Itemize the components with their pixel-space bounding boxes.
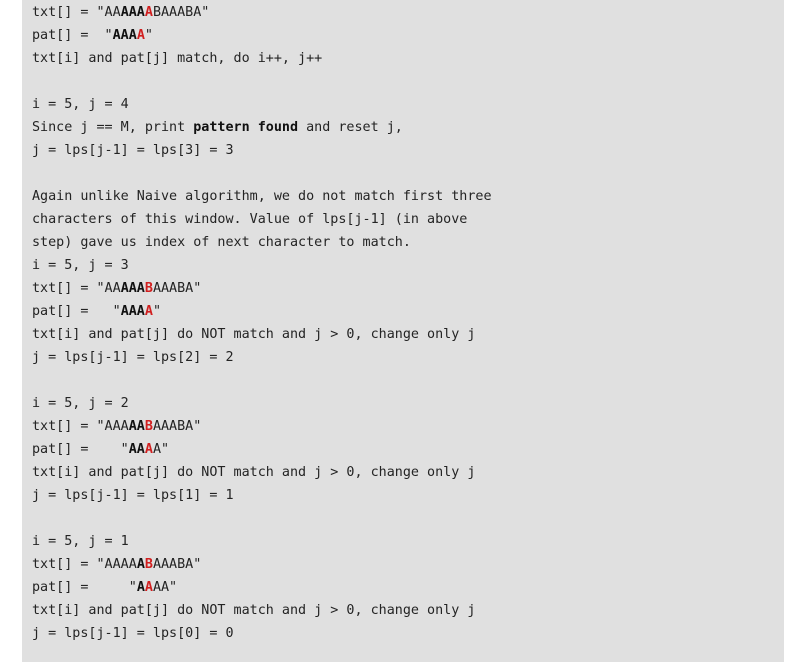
code-line: txt[i] and pat[j] do NOT match and j > 0… xyxy=(32,599,784,622)
code-line: step) gave us index of next character to… xyxy=(32,231,784,254)
code-text: " xyxy=(152,304,161,319)
mismatch-char: A xyxy=(144,304,153,319)
code-line: j = lps[j-1] = lps[1] = 1 xyxy=(32,484,784,507)
bold-text: AAA xyxy=(120,5,145,20)
code-line: j = lps[j-1] = lps[3] = 3 xyxy=(32,139,784,162)
code-line: i = 5, j = 3 xyxy=(32,254,784,277)
code-line: txt[] = "AAAAABAAABA" xyxy=(32,415,784,438)
code-text: pat[] = " xyxy=(32,28,113,43)
code-text: j = lps[j-1] = lps[2] = 2 xyxy=(32,350,234,365)
code-text: pat[] = " xyxy=(32,304,121,319)
mismatch-char: A xyxy=(144,580,153,595)
bold-text: AA xyxy=(128,442,145,457)
bold-text: AAA xyxy=(120,304,145,319)
code-text: txt[i] and pat[j] do NOT match and j > 0… xyxy=(32,465,476,480)
code-line: txt[] = "AAAAAABAAABA" xyxy=(32,1,784,24)
code-text: AAABA" xyxy=(152,557,202,572)
code-text: BAAABA" xyxy=(152,5,210,20)
code-text: AAABA" xyxy=(152,419,202,434)
code-text: pat[] = " xyxy=(32,580,137,595)
code-text: i = 5, j = 2 xyxy=(32,396,129,411)
code-text: j = lps[j-1] = lps[3] = 3 xyxy=(32,143,234,158)
code-line: txt[] = "AAAAABAAABA" xyxy=(32,277,784,300)
code-text: j = lps[j-1] = lps[1] = 1 xyxy=(32,488,234,503)
code-line: i = 5, j = 2 xyxy=(32,392,784,415)
code-line: txt[i] and pat[j] do NOT match and j > 0… xyxy=(32,461,784,484)
code-line: txt[] = "AAAAABAAABA" xyxy=(32,553,784,576)
code-text: " xyxy=(144,28,153,43)
code-text: Again unlike Naive algorithm, we do not … xyxy=(32,189,492,204)
code-line: pat[] = "AAAA" xyxy=(32,576,784,599)
code-text: txt[] = "AA xyxy=(32,5,121,20)
bold-text: pattern found xyxy=(193,120,299,135)
code-line: pat[] = "AAAA" xyxy=(32,438,784,461)
code-text: i = 5, j = 1 xyxy=(32,534,129,549)
code-text: i = 5, j = 3 xyxy=(32,258,129,273)
mismatch-char: B xyxy=(144,557,153,572)
code-text: txt[i] and pat[j] do NOT match and j > 0… xyxy=(32,603,476,618)
mismatch-char: B xyxy=(144,281,153,296)
mismatch-char: A xyxy=(136,28,145,43)
bold-text: AAA xyxy=(120,281,145,296)
code-text: txt[] = "AAAA xyxy=(32,557,137,572)
code-line: j = lps[j-1] = lps[2] = 2 xyxy=(32,346,784,369)
code-text: pat[] = " xyxy=(32,442,129,457)
code-line: Again unlike Naive algorithm, we do not … xyxy=(32,185,784,208)
code-line: characters of this window. Value of lps[… xyxy=(32,208,784,231)
code-line: i = 5, j = 1 xyxy=(32,530,784,553)
code-text: j = lps[j-1] = lps[0] = 0 xyxy=(32,626,234,641)
code-text: A" xyxy=(152,442,170,457)
code-text: txt[i] and pat[j] do NOT match and j > 0… xyxy=(32,327,476,342)
bold-text: AAA xyxy=(112,28,137,43)
code-text: txt[i] and pat[j] match, do i++, j++ xyxy=(32,51,323,66)
bold-text: A xyxy=(136,557,145,572)
code-line: pat[] = "AAAA" xyxy=(32,300,784,323)
code-text: AAABA" xyxy=(152,281,202,296)
mismatch-char: A xyxy=(144,442,153,457)
mismatch-char: B xyxy=(144,419,153,434)
code-text: characters of this window. Value of lps[… xyxy=(32,212,468,227)
code-line: i = 5, j = 4 xyxy=(32,93,784,116)
code-line: j = lps[j-1] = lps[0] = 0 xyxy=(32,622,784,645)
code-text: AA" xyxy=(152,580,178,595)
code-line: Since j == M, print pattern found and re… xyxy=(32,116,784,139)
code-line: txt[i] and pat[j] do NOT match and j > 0… xyxy=(32,323,784,346)
code-text: step) gave us index of next character to… xyxy=(32,235,411,250)
mismatch-char: A xyxy=(144,5,153,20)
code-text: i = 5, j = 4 xyxy=(32,97,129,112)
bold-text: A xyxy=(136,580,145,595)
code-line: pat[] = "AAAA" xyxy=(32,24,784,47)
code-text: txt[] = "AAA xyxy=(32,419,129,434)
code-line: txt[i] and pat[j] match, do i++, j++ xyxy=(32,47,784,70)
bold-text: AA xyxy=(128,419,145,434)
code-block: txt[] = "AAAAAABAAABA" pat[] = "AAAA" txt[… xyxy=(22,0,784,662)
code-text: and reset j, xyxy=(298,120,403,135)
code-text: Since j == M, print xyxy=(32,120,194,135)
code-text: txt[] = "AA xyxy=(32,281,121,296)
